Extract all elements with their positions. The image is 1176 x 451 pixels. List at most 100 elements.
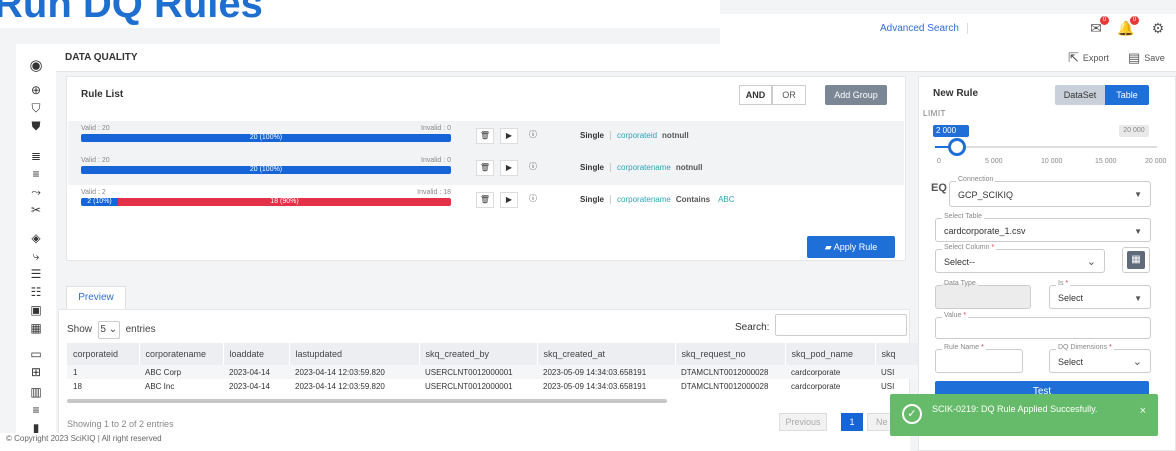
globe-icon[interactable]: ⊕: [26, 82, 46, 98]
table-cell: 2023-04-14: [229, 381, 270, 391]
add-group-button[interactable]: Add Group: [825, 85, 887, 105]
rule-column: corporateid: [617, 131, 658, 140]
scissors-icon[interactable]: ✂: [26, 202, 46, 218]
settings-icon[interactable]: ⚙: [1148, 18, 1168, 38]
sidebar: ◉ ⊕ ⛉ ⛊ ≣ ≡ ⤳ ✂ ◈ ⤷ ☰ ☷ ▣ ▦ ▭ ⊞ ▥ ≡ ▮: [16, 44, 56, 435]
table-cell: 2023-04-14: [223, 365, 289, 379]
export-button[interactable]: ⇱ Export: [1068, 49, 1109, 67]
column-header[interactable]: lastupdated: [289, 343, 420, 365]
bell-icon[interactable]: 🔔 0: [1116, 16, 1139, 38]
delete-icon[interactable]: 🗑: [476, 192, 494, 208]
save-icon: ▤: [1128, 50, 1141, 65]
calendar-icon[interactable]: ▦: [26, 320, 46, 336]
save-button[interactable]: ▤ Save: [1128, 49, 1165, 67]
table-row: 1 ABC Corp 2023-04-14 2023-04-14 12:03:5…: [67, 365, 927, 379]
bar-chart-icon[interactable]: ▥: [26, 384, 46, 400]
monitor-icon[interactable]: ▭: [26, 346, 46, 362]
run-icon[interactable]: ▶: [500, 128, 518, 144]
table-toggle[interactable]: Table: [1105, 85, 1149, 105]
column-header[interactable]: loaddate: [223, 343, 290, 365]
run-icon[interactable]: ▶: [500, 160, 518, 176]
valid-bar-segment: 20 (100%): [81, 134, 451, 142]
branch-icon[interactable]: ⤳: [26, 184, 46, 200]
shield-user-icon[interactable]: ⛊: [26, 118, 46, 134]
validity-bar: 20 (100%): [81, 166, 451, 174]
table-cell: 2023-04-14 12:03:59.820: [289, 365, 419, 379]
entries-select[interactable]: 5 ⌄: [97, 321, 120, 339]
tab-preview[interactable]: Preview: [66, 286, 126, 310]
export-icon: ⇱: [1068, 50, 1079, 65]
dataset-toggle[interactable]: DataSet: [1055, 85, 1105, 105]
database-arrow-icon[interactable]: ≡: [26, 166, 46, 182]
data-type-field[interactable]: Data Type: [935, 280, 1031, 309]
close-icon[interactable]: ×: [1140, 405, 1146, 417]
preview-panel: Show 5 ⌄ entries Search: corporateid cor…: [58, 309, 928, 434]
banner: Run DQ Rules: [0, 0, 720, 28]
mail-badge: 0: [1100, 16, 1109, 25]
search-input[interactable]: [775, 314, 907, 336]
page-1-button[interactable]: 1: [841, 413, 863, 431]
table-cell: ABC Inc: [145, 381, 175, 391]
toast-message: SCIK-0219: DQ Rule Applied Succesfully.: [932, 404, 1098, 414]
mail-icon[interactable]: ✉ 0: [1086, 16, 1109, 38]
limit-slider[interactable]: [935, 146, 1157, 148]
data-type-label: Data Type: [942, 280, 978, 287]
rule-name-input[interactable]: Rule Name *: [935, 344, 1023, 373]
rule-operator: Contains: [675, 195, 711, 204]
user-circle-icon[interactable]: ◉: [26, 58, 46, 74]
menu-icon[interactable]: ≡: [26, 402, 46, 418]
list-icon[interactable]: ☰: [26, 266, 46, 282]
calculator-icon: ▦: [1127, 251, 1145, 269]
or-button[interactable]: OR: [772, 85, 806, 105]
previous-page-button[interactable]: Previous: [779, 413, 827, 431]
dq-dimensions-select[interactable]: DQ Dimensions * Select ⌄: [1049, 344, 1151, 373]
cube-icon[interactable]: ◈: [26, 230, 46, 246]
info-icon[interactable]: ⓘ: [524, 160, 542, 176]
shield-check-icon[interactable]: ⛉: [26, 100, 46, 116]
info-icon[interactable]: ⓘ: [524, 192, 542, 208]
table-cell: DTAMCLNT0012000028: [681, 381, 769, 391]
list-check-icon[interactable]: ☷: [26, 284, 46, 300]
export-label: Export: [1082, 53, 1109, 63]
delete-icon[interactable]: 🗑: [476, 160, 494, 176]
rule-list-title: Rule List: [81, 89, 124, 100]
value-input[interactable]: Value *: [935, 312, 1151, 339]
slider-handle[interactable]: [948, 138, 967, 156]
column-header[interactable]: corporatename: [139, 343, 224, 365]
column-header[interactable]: skq_pod_name: [785, 343, 876, 365]
connection-value: GCP_SCIKIQ: [958, 190, 1014, 200]
column-header[interactable]: skq_request_no: [675, 343, 786, 365]
table-cell: cardcorporate: [785, 365, 875, 379]
connection-select[interactable]: Connection GCP_SCIKIQ ▼: [949, 176, 1151, 207]
show-label: Show: [67, 324, 93, 335]
column-header[interactable]: skq_created_by: [419, 343, 538, 365]
select-table-label: Select Table: [942, 213, 985, 220]
flow-icon[interactable]: ⤷: [26, 248, 46, 264]
delete-icon[interactable]: 🗑: [476, 128, 494, 144]
and-button[interactable]: AND: [739, 85, 772, 105]
apply-rule-button[interactable]: ▰ Apply Rule: [807, 236, 895, 258]
column-header[interactable]: skq_created_at: [537, 343, 676, 365]
search-label: Search:: [735, 322, 770, 333]
table-cell: 2023-05-09 14:34:03.658191: [537, 365, 675, 379]
chevron-down-icon: ⌄: [1132, 356, 1142, 368]
invalid-count: Invalid : 0: [421, 157, 451, 164]
database-icon[interactable]: ≣: [26, 148, 46, 164]
invalid-count: Invalid : 18: [417, 189, 451, 196]
valid-bar-segment: 2 (10%): [81, 198, 118, 206]
showing-entries-text: Showing 1 to 2 of 2 entries: [67, 419, 174, 429]
grid-icon[interactable]: ⊞: [26, 364, 46, 380]
slider-tick: 10 000: [1041, 158, 1063, 165]
is-select[interactable]: Is * Select ▼: [1049, 280, 1151, 309]
calendar-check-icon[interactable]: ▣: [26, 302, 46, 318]
info-icon[interactable]: ⓘ: [524, 128, 542, 144]
rule-value: ABC: [718, 195, 735, 204]
horizontal-scrollbar[interactable]: [67, 399, 667, 403]
table-select[interactable]: Select Table cardcorporate_1.csv ▼: [935, 213, 1151, 242]
advanced-search-link[interactable]: Advanced Search: [880, 23, 968, 34]
calculator-button[interactable]: ▦: [1122, 247, 1150, 273]
column-header[interactable]: corporateid: [67, 343, 140, 365]
table-cell: 2023-04-14 12:03:59.820: [295, 381, 385, 391]
column-select[interactable]: Select Column * Select-- ⌄: [935, 244, 1105, 273]
run-icon[interactable]: ▶: [500, 192, 518, 208]
